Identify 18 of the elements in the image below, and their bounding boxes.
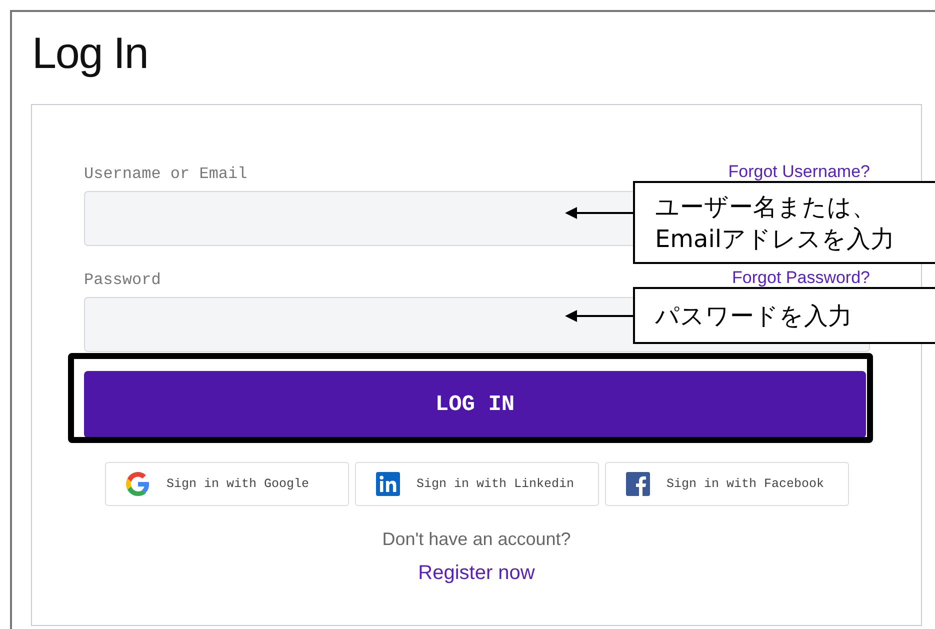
field-label: Password: [84, 270, 161, 291]
forgot-link[interactable]: Forgot Password?: [732, 269, 870, 287]
arrow: [565, 310, 633, 322]
social-sign-in-button[interactable]: Sign in with Facebook: [604, 462, 848, 506]
google-icon: [126, 472, 150, 496]
page-title: Log In: [32, 28, 148, 80]
field-label: Username or Email: [84, 164, 248, 185]
register-link[interactable]: Register now: [418, 558, 535, 588]
facebook-icon: [626, 472, 650, 496]
arrow: [565, 207, 633, 219]
callout-tooltip: パスワードを入力: [633, 287, 935, 344]
login-button[interactable]: LOG IN: [84, 371, 866, 438]
social-sign-in-button[interactable]: Sign in with Google: [104, 462, 348, 506]
account-prompt: Don't have an account?: [382, 528, 571, 551]
forgot-link[interactable]: Forgot Username?: [728, 163, 870, 181]
social-sign-in-button[interactable]: Sign in with Linkedin: [354, 462, 598, 506]
linkedin-icon: [376, 472, 400, 496]
callout-tooltip: ユーザー名または、 Emailアドレスを入力: [633, 181, 935, 264]
